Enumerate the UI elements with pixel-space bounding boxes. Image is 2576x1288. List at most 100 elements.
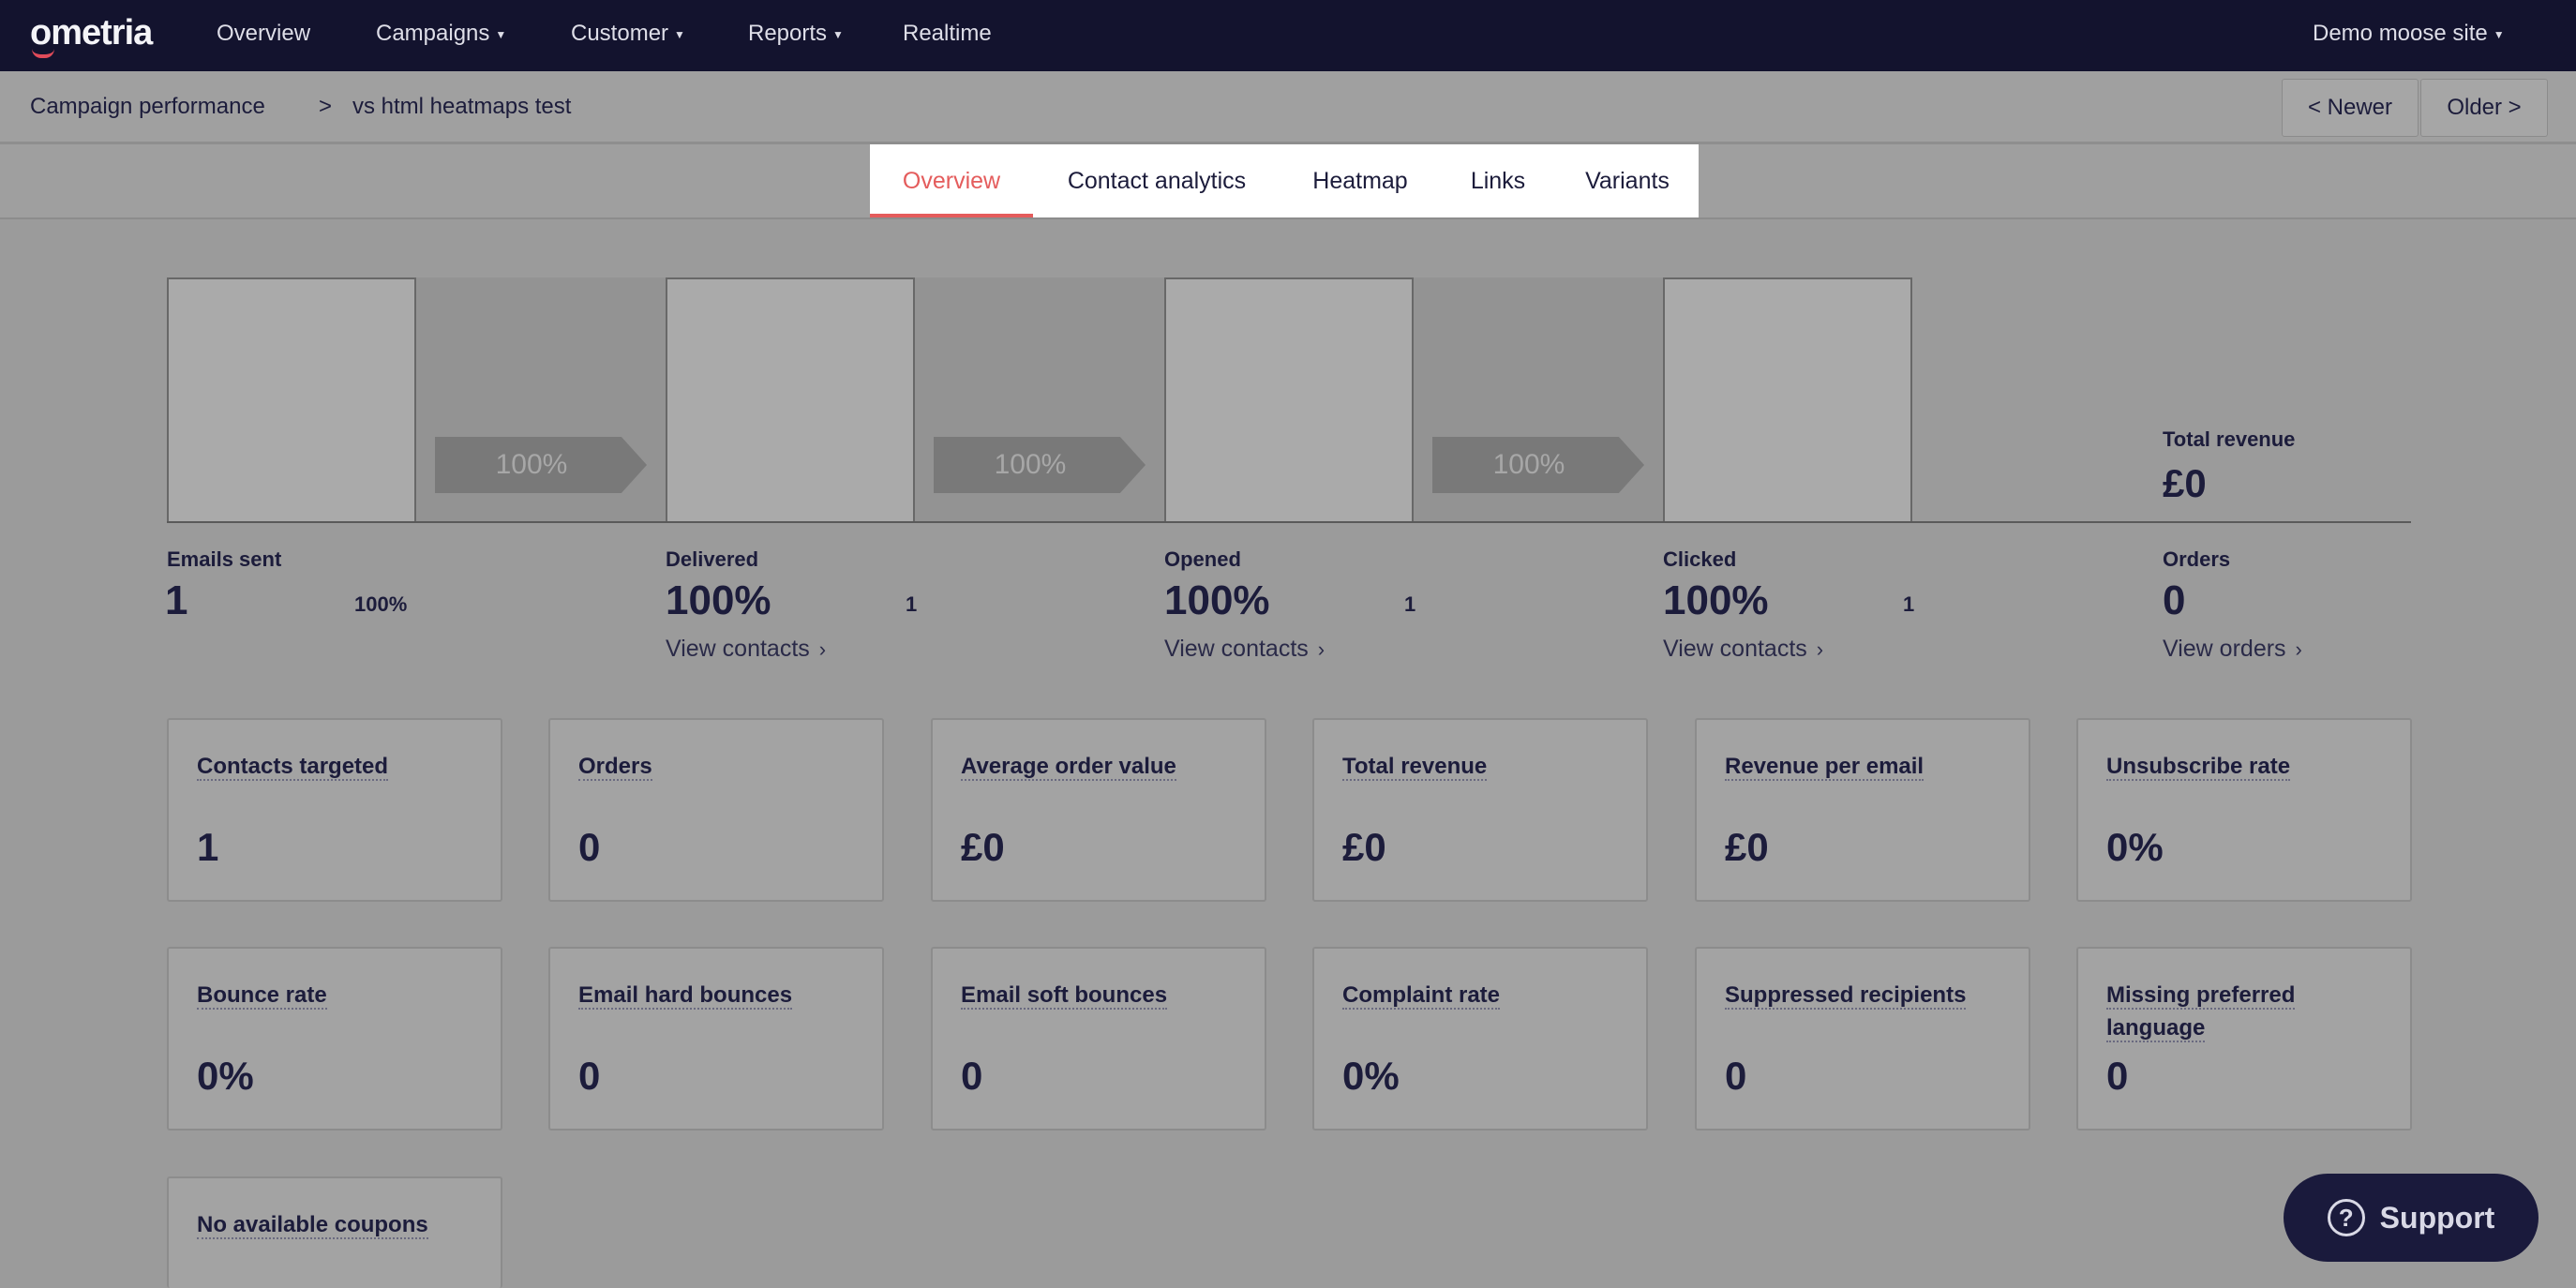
metric-title-text[interactable]: Total revenue [1342, 754, 1488, 781]
metric-title-text[interactable]: Suppressed recipients [1725, 982, 1967, 1010]
funnel-gap: 100% [915, 277, 1164, 523]
nav-overview-label: Overview [217, 21, 311, 46]
metric-title: Average order value [961, 750, 1242, 783]
funnel-arrow-percent: 100% [1492, 449, 1565, 480]
metric-value: 1 [197, 825, 219, 869]
metric-title-text[interactable]: Missing preferred language [2106, 982, 2296, 1042]
view-contacts-label: View contacts [1164, 636, 1309, 662]
funnel-bar-sent [167, 277, 416, 523]
support-button[interactable]: ? Support [2284, 1174, 2539, 1262]
metric-value: £0 [1725, 825, 1769, 869]
metric-title: Complaint rate [1342, 979, 1624, 1011]
metric-card-orders: Orders 0 [548, 718, 884, 902]
opened-percent: 100% [1164, 577, 1270, 623]
nav-reports[interactable]: Reports ▼ [748, 21, 844, 47]
delivered-view-contacts-link[interactable]: View contacts › [666, 636, 826, 663]
metric-card-suppressed-recipients: Suppressed recipients 0 [1695, 947, 2030, 1131]
tab-list: Overview Contact analytics Heatmap Links… [870, 144, 1699, 217]
metric-title: Missing preferred language [2106, 979, 2388, 1044]
metric-value: £0 [1342, 825, 1386, 869]
metric-value: 0% [1342, 1054, 1400, 1098]
metric-value: 0 [1725, 1054, 1747, 1098]
newer-button[interactable]: < Newer [2282, 79, 2419, 137]
metric-value: £0 [961, 825, 1005, 869]
funnel-arrow-percent: 100% [994, 449, 1067, 480]
metric-title-text[interactable]: Complaint rate [1342, 982, 1501, 1010]
view-orders-link[interactable]: View orders › [2163, 636, 2302, 663]
metric-card-average-order-value: Average order value £0 [931, 718, 1266, 902]
clicked-count: 1 [1903, 592, 1915, 616]
older-button[interactable]: Older > [2420, 79, 2548, 137]
metric-value: 0% [197, 1054, 254, 1098]
funnel-arrow: 100% [934, 437, 1146, 493]
nav-customer[interactable]: Customer ▼ [571, 21, 685, 47]
funnel-bar-opened [1164, 277, 1414, 523]
tab-overview-label: Overview [902, 167, 1001, 194]
tab-variants[interactable]: Variants [1556, 144, 1699, 217]
metric-title: Suppressed recipients [1725, 979, 2006, 1011]
metric-card-total-revenue: Total revenue £0 [1312, 718, 1648, 902]
opened-view-contacts-link[interactable]: View contacts › [1164, 636, 1325, 663]
funnel-gap: 100% [416, 277, 666, 523]
caret-down-icon: ▼ [495, 27, 507, 41]
nav-overview[interactable]: Overview [217, 21, 310, 47]
metric-card-revenue-per-email: Revenue per email £0 [1695, 718, 2030, 902]
breadcrumb-separator: > [319, 94, 333, 119]
metric-card-no-available-coupons: No available coupons [167, 1176, 502, 1288]
metric-value: 0 [578, 825, 601, 869]
funnel-arrow: 100% [435, 437, 647, 493]
metric-title-text[interactable]: Contacts targeted [197, 754, 389, 781]
metric-title-text[interactable]: Revenue per email [1725, 754, 1925, 781]
metric-title-text[interactable]: Email hard bounces [578, 982, 793, 1010]
metric-title-text[interactable]: Orders [578, 754, 652, 781]
nav-customer-label: Customer [571, 21, 669, 46]
metric-title: No available coupons [197, 1208, 478, 1241]
nav-realtime[interactable]: Realtime [903, 21, 992, 47]
metric-title: Contacts targeted [197, 750, 478, 783]
delivered-label: Delivered [666, 547, 759, 571]
metric-value: 0% [2106, 825, 2164, 869]
clicked-percent: 100% [1663, 577, 1769, 623]
funnel-arrow-percent: 100% [495, 449, 568, 480]
metric-title-text[interactable]: Bounce rate [197, 982, 327, 1010]
tab-heatmap[interactable]: Heatmap [1281, 144, 1440, 217]
total-revenue-label: Total revenue [2163, 427, 2296, 451]
tab-variants-label: Variants [1585, 167, 1670, 194]
nav-campaigns[interactable]: Campaigns ▼ [376, 21, 506, 47]
view-contacts-label: View contacts [666, 636, 810, 662]
total-revenue-value: £0 [2163, 461, 2207, 505]
funnel-baseline [167, 521, 2411, 523]
caret-down-icon: ▼ [832, 27, 844, 41]
logo-text: ometria [30, 13, 153, 52]
metric-card-bounce-rate: Bounce rate 0% [167, 947, 502, 1131]
chevron-right-icon: › [1816, 637, 1824, 661]
metric-card-contacts-targeted: Contacts targeted 1 [167, 718, 502, 902]
clicked-view-contacts-link[interactable]: View contacts › [1663, 636, 1823, 663]
view-orders-label: View orders [2163, 636, 2286, 662]
ometria-logo[interactable]: ometria [30, 13, 153, 58]
opened-label: Opened [1164, 547, 1241, 571]
chevron-right-icon: › [1317, 637, 1325, 661]
breadcrumb-current: vs html heatmaps test [352, 94, 572, 119]
tab-overview[interactable]: Overview [870, 144, 1033, 217]
metric-card-complaint-rate: Complaint rate 0% [1312, 947, 1648, 1131]
tab-contact-analytics[interactable]: Contact analytics [1033, 144, 1281, 217]
metric-title-text[interactable]: No available coupons [197, 1212, 428, 1239]
metric-value: 0 [578, 1054, 601, 1098]
metric-title-text[interactable]: Unsubscribe rate [2106, 754, 2291, 781]
emails-sent-value: 1 [165, 577, 188, 623]
orders-value: 0 [2163, 577, 2186, 623]
breadcrumb-root-link[interactable]: Campaign performance [30, 94, 265, 120]
chevron-right-icon: › [2295, 637, 2302, 661]
tabs-bar: Overview Contact analytics Heatmap Links… [0, 144, 2576, 219]
tab-links[interactable]: Links [1440, 144, 1556, 217]
metric-title-text[interactable]: Email soft bounces [961, 982, 1168, 1010]
funnel-bar-delivered [666, 277, 915, 523]
metric-title-text[interactable]: Average order value [961, 754, 1176, 781]
top-navbar: ometria Overview Campaigns ▼ Customer ▼ Re… [0, 0, 2576, 71]
metric-title: Total revenue [1342, 750, 1624, 783]
site-selector[interactable]: Demo moose site ▼ [2313, 21, 2505, 47]
question-icon: ? [2327, 1199, 2365, 1236]
metric-title: Unsubscribe rate [2106, 750, 2388, 783]
metric-title: Bounce rate [197, 979, 478, 1011]
